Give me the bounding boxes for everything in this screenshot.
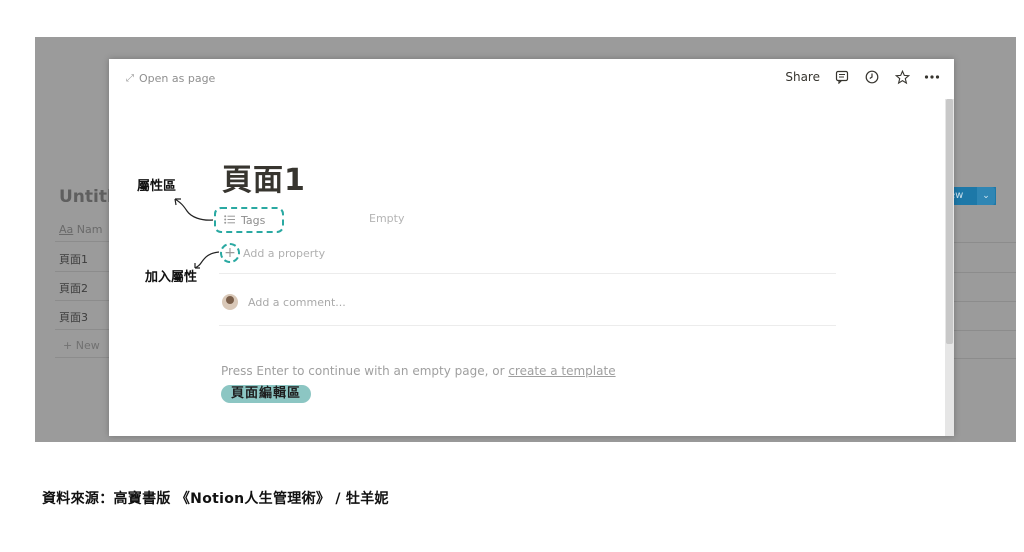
row-divider (950, 242, 1016, 243)
divider (219, 273, 836, 274)
source-caption: 資料來源：高寶書版 《Notion人生管理術》 / 牡羊妮 (42, 491, 389, 507)
row-divider (950, 301, 1016, 302)
name-column-header: Aa Nam (59, 223, 102, 236)
new-dropdown-chevron-icon[interactable]: ⌄ (977, 187, 995, 205)
empty-page-hint: Press Enter to continue with an empty pa… (221, 364, 616, 378)
open-as-page-button[interactable]: ⤢ Open as page (126, 72, 215, 85)
hint-text: Press Enter to continue with an empty pa… (221, 364, 509, 378)
more-icon[interactable] (924, 69, 940, 85)
star-icon[interactable] (894, 69, 910, 85)
tags-property-name[interactable]: Tags (214, 207, 284, 233)
page-modal: ⤢ Open as page Share 頁面1 Tags Empty + Ad… (109, 59, 954, 436)
expand-icon: ⤢ (126, 73, 134, 84)
property-area-annotation: 屬性區 (137, 179, 177, 194)
text-property-icon: Aa (59, 223, 74, 236)
page-title[interactable]: 頁面1 (222, 155, 306, 199)
row-divider (950, 330, 1016, 331)
table-row[interactable]: 頁面2 (59, 280, 88, 296)
new-row-button[interactable]: + New (63, 339, 100, 352)
row-divider (950, 272, 1016, 273)
screenshot-frame: Untitle Aa Nam 頁面1 頁面2 頁面3 + New ew ⌄ ⤢ … (35, 37, 1016, 442)
plus-icon: + (220, 243, 240, 263)
open-as-page-label: Open as page (139, 72, 216, 85)
property-row[interactable]: Tags (214, 207, 284, 233)
table-row[interactable]: 頁面3 (59, 309, 88, 325)
editor-area-label: 頁面編輯區 (221, 385, 312, 403)
name-column-label: Nam (76, 223, 103, 236)
row-divider (950, 358, 1016, 359)
avatar (222, 294, 238, 310)
comment-placeholder: Add a comment... (248, 295, 346, 309)
divider (219, 325, 836, 326)
comment-icon[interactable] (834, 69, 850, 85)
modal-toolbar: Share (785, 69, 940, 85)
clock-icon[interactable] (864, 69, 880, 85)
table-row[interactable]: 頁面1 (59, 251, 88, 267)
comment-input[interactable]: Add a comment... (222, 294, 346, 310)
tags-value[interactable]: Empty (369, 212, 404, 225)
scrollbar-thumb[interactable] (946, 99, 953, 344)
add-property-label: Add a property (243, 246, 326, 260)
create-template-link[interactable]: create a template (508, 364, 615, 378)
list-icon (224, 214, 235, 227)
add-property-button[interactable]: + Add a property (220, 243, 325, 263)
share-button[interactable]: Share (785, 70, 820, 84)
add-property-annotation: 加入屬性 (145, 270, 198, 285)
tags-label: Tags (241, 213, 266, 227)
